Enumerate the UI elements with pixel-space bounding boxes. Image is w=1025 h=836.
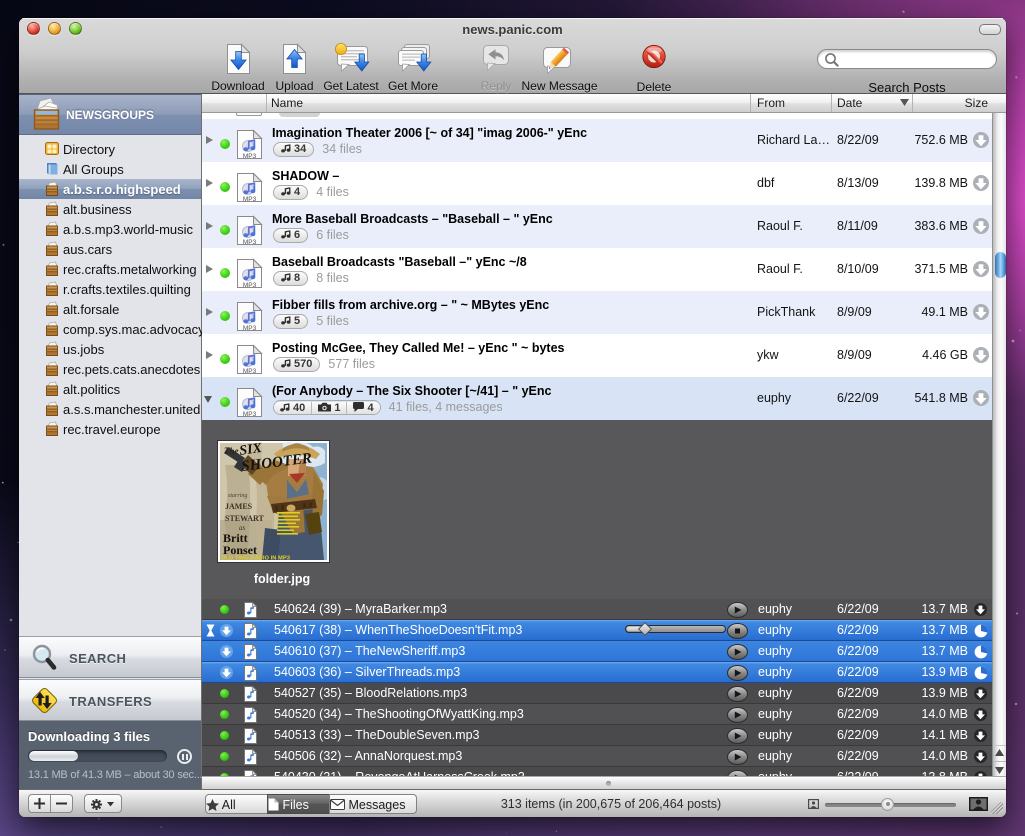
svg-text:MP3: MP3 <box>243 282 257 289</box>
svg-text:MP3: MP3 <box>243 196 257 203</box>
svg-text:MP3: MP3 <box>243 368 257 375</box>
svg-text:MP3: MP3 <box>243 239 257 246</box>
svg-text:starring: starring <box>228 493 247 499</box>
svg-text:MP3: MP3 <box>243 411 257 418</box>
svg-text:JAMES: JAMES <box>225 502 253 511</box>
svg-text:OLD TIME RADIO IN MP3: OLD TIME RADIO IN MP3 <box>221 556 291 562</box>
svg-text:STEWART: STEWART <box>225 514 265 523</box>
svg-text:MP3: MP3 <box>243 153 257 160</box>
svg-text:MP3: MP3 <box>243 325 257 332</box>
svg-text:The: The <box>224 446 239 456</box>
